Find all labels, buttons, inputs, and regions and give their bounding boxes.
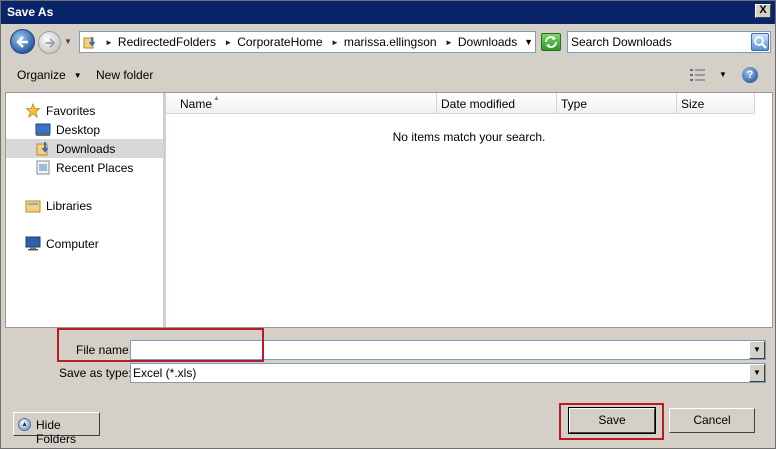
search-input[interactable] (571, 34, 741, 50)
sidebar-item-label: Desktop (56, 123, 101, 137)
sidebar-item-favorites[interactable]: Favorites (6, 101, 163, 120)
save-as-type-label: Save as type: (59, 366, 132, 380)
downloads-folder-icon (83, 37, 96, 49)
computer-icon (25, 236, 41, 251)
sidebar-item-label: Downloads (56, 142, 116, 156)
downloads-folder-icon (36, 142, 49, 156)
search-icon (754, 36, 767, 49)
breadcrumb-chevron-icon[interactable]: ► (224, 38, 232, 47)
view-dropdown-icon[interactable]: ▼ (719, 70, 727, 79)
sidebar-item-label: Favorites (46, 104, 96, 118)
desktop-icon (35, 123, 51, 136)
new-folder-button[interactable]: New folder (96, 68, 153, 82)
breadcrumb-item[interactable]: CorporateHome (237, 35, 322, 49)
libraries-icon (25, 200, 41, 213)
back-arrow-icon (16, 36, 28, 48)
column-header-size[interactable]: Size (677, 93, 755, 114)
empty-list-message: No items match your search. (392, 130, 546, 144)
column-header-label: Name (180, 97, 213, 111)
sidebar-item-label: Computer (46, 237, 99, 251)
save-as-dialog: Save As X ▼ ► RedirectedFolders ► Corporat… (0, 0, 776, 449)
column-header-label: Type (561, 97, 588, 111)
hide-folders-button[interactable]: ▲ Hide Folders (13, 412, 100, 446)
collapse-icon: ▲ (18, 418, 31, 431)
file-name-dropdown-button[interactable]: ▼ (749, 341, 765, 359)
browser-pane: Favorites Desktop Downloads Recent Place… (5, 92, 773, 328)
sidebar-item-recent-places[interactable]: Recent Places (6, 158, 163, 177)
cancel-button[interactable]: Cancel (669, 408, 755, 433)
save-as-type-select[interactable]: Excel (*.xls) ▼ (130, 363, 766, 383)
organize-button[interactable]: Organize ▼ (17, 68, 82, 82)
help-button[interactable]: ? (742, 67, 758, 83)
hide-folders-label: Hide Folders (36, 418, 77, 446)
breadcrumb-item[interactable]: marissa.ellingson (344, 35, 437, 49)
refresh-icon (545, 36, 557, 48)
breadcrumb-chevron-icon[interactable]: ► (105, 38, 113, 47)
breadcrumb-chevron-icon[interactable]: ► (331, 38, 339, 47)
column-header-type[interactable]: Type (557, 93, 677, 114)
search-button[interactable] (751, 33, 769, 51)
sort-ascending-icon: ▲ (213, 95, 220, 102)
organize-label: Organize (17, 68, 66, 82)
save-as-type-dropdown-button[interactable]: ▼ (749, 364, 765, 382)
highlight-box-file-name (57, 328, 264, 362)
navigation-bar: ▼ ► RedirectedFolders ► CorporateHome ► mar… (1, 26, 775, 58)
column-header-date-modified[interactable]: Date modified (437, 93, 557, 114)
forward-arrow-icon (45, 38, 56, 48)
view-options-icon[interactable] (689, 68, 707, 82)
close-button[interactable]: X (755, 4, 771, 18)
highlight-box-save (559, 403, 664, 440)
file-list: Name ▲ Date modified Type Size No items … (166, 93, 772, 327)
address-dropdown-icon[interactable]: ▼ (524, 37, 533, 47)
sidebar-item-computer[interactable]: Computer (6, 234, 163, 253)
column-header-name[interactable]: Name ▲ (166, 93, 437, 114)
navigation-pane: Favorites Desktop Downloads Recent Place… (6, 93, 163, 327)
command-bar: Organize ▼ New folder ▼ ? (1, 61, 775, 89)
breadcrumb-item[interactable]: Downloads (458, 35, 517, 49)
star-icon (25, 103, 41, 118)
recent-locations-chevron-icon[interactable]: ▼ (64, 37, 72, 46)
forward-button[interactable] (38, 31, 61, 54)
breadcrumb: ► RedirectedFolders ► CorporateHome ► maris… (100, 35, 517, 49)
organize-dropdown-icon: ▼ (73, 71, 82, 80)
back-button[interactable] (10, 29, 35, 54)
title-bar: Save As X (1, 1, 775, 24)
recent-places-icon (36, 160, 50, 175)
column-header-label: Date modified (441, 97, 516, 111)
sidebar-item-downloads[interactable]: Downloads (6, 139, 163, 158)
sidebar-item-libraries[interactable]: Libraries (6, 196, 163, 215)
breadcrumb-chevron-icon[interactable]: ► (445, 38, 453, 47)
save-as-type-value: Excel (*.xls) (133, 366, 197, 380)
sidebar-item-desktop[interactable]: Desktop (6, 120, 163, 139)
window-title: Save As (7, 5, 54, 19)
refresh-button[interactable] (541, 33, 561, 51)
address-bar[interactable]: ► RedirectedFolders ► CorporateHome ► maris… (79, 31, 536, 53)
breadcrumb-item[interactable]: RedirectedFolders (118, 35, 216, 49)
sidebar-item-label: Libraries (46, 199, 93, 213)
sidebar-item-label: Recent Places (56, 161, 134, 175)
search-box (567, 31, 771, 53)
column-header-label: Size (681, 97, 705, 111)
